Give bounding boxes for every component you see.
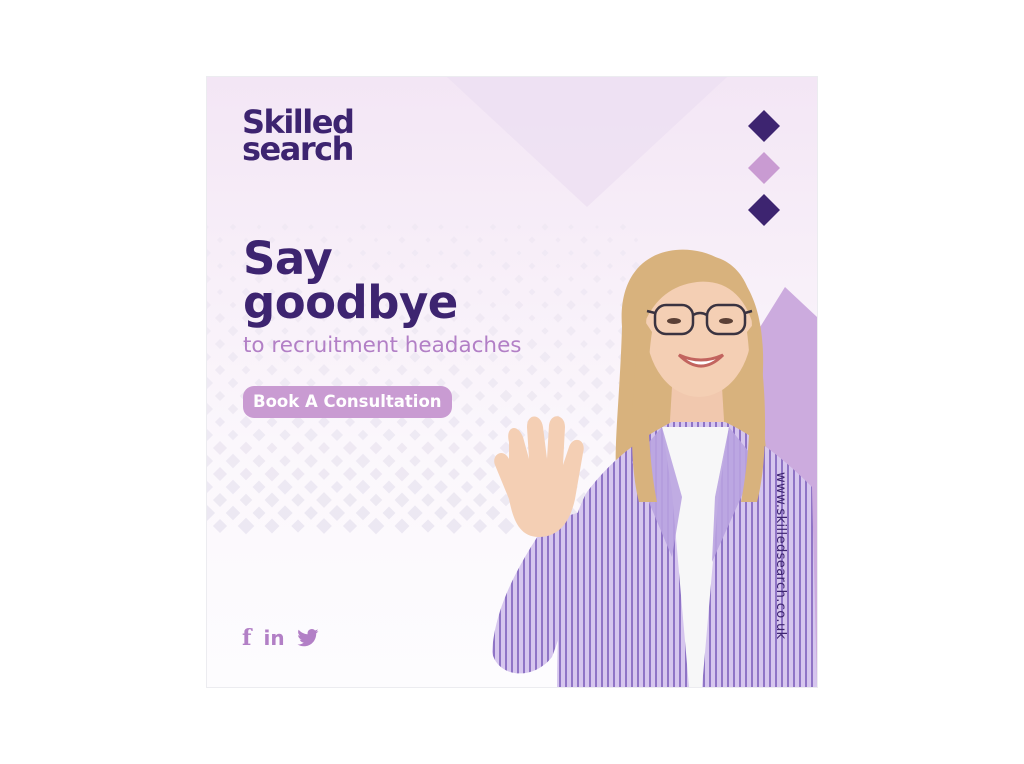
- website-url[interactable]: www.skilledsearch.co.uk: [773, 472, 788, 640]
- twitter-icon[interactable]: [296, 629, 319, 647]
- headline-line-1: Say: [243, 232, 333, 285]
- brand-line-2: search: [242, 130, 354, 168]
- diamond-light: [748, 152, 780, 184]
- facebook-icon[interactable]: f: [242, 625, 251, 651]
- diamond-dark-top: [748, 110, 780, 142]
- book-consultation-button[interactable]: Book A Consultation: [243, 386, 452, 418]
- headline-line-2: goodbye: [243, 276, 458, 329]
- linkedin-icon[interactable]: in: [263, 625, 284, 651]
- decorative-diamonds: [748, 110, 780, 226]
- headline: Say goodbye: [243, 232, 458, 329]
- social-links: f in: [242, 625, 319, 651]
- brand-logo: Skilled search: [242, 106, 355, 168]
- diamond-dark-bottom: [748, 194, 780, 226]
- promo-poster: Skilled search Say goodbye to recruitmen…: [207, 77, 817, 687]
- smiling-woman-photo: [492, 249, 817, 687]
